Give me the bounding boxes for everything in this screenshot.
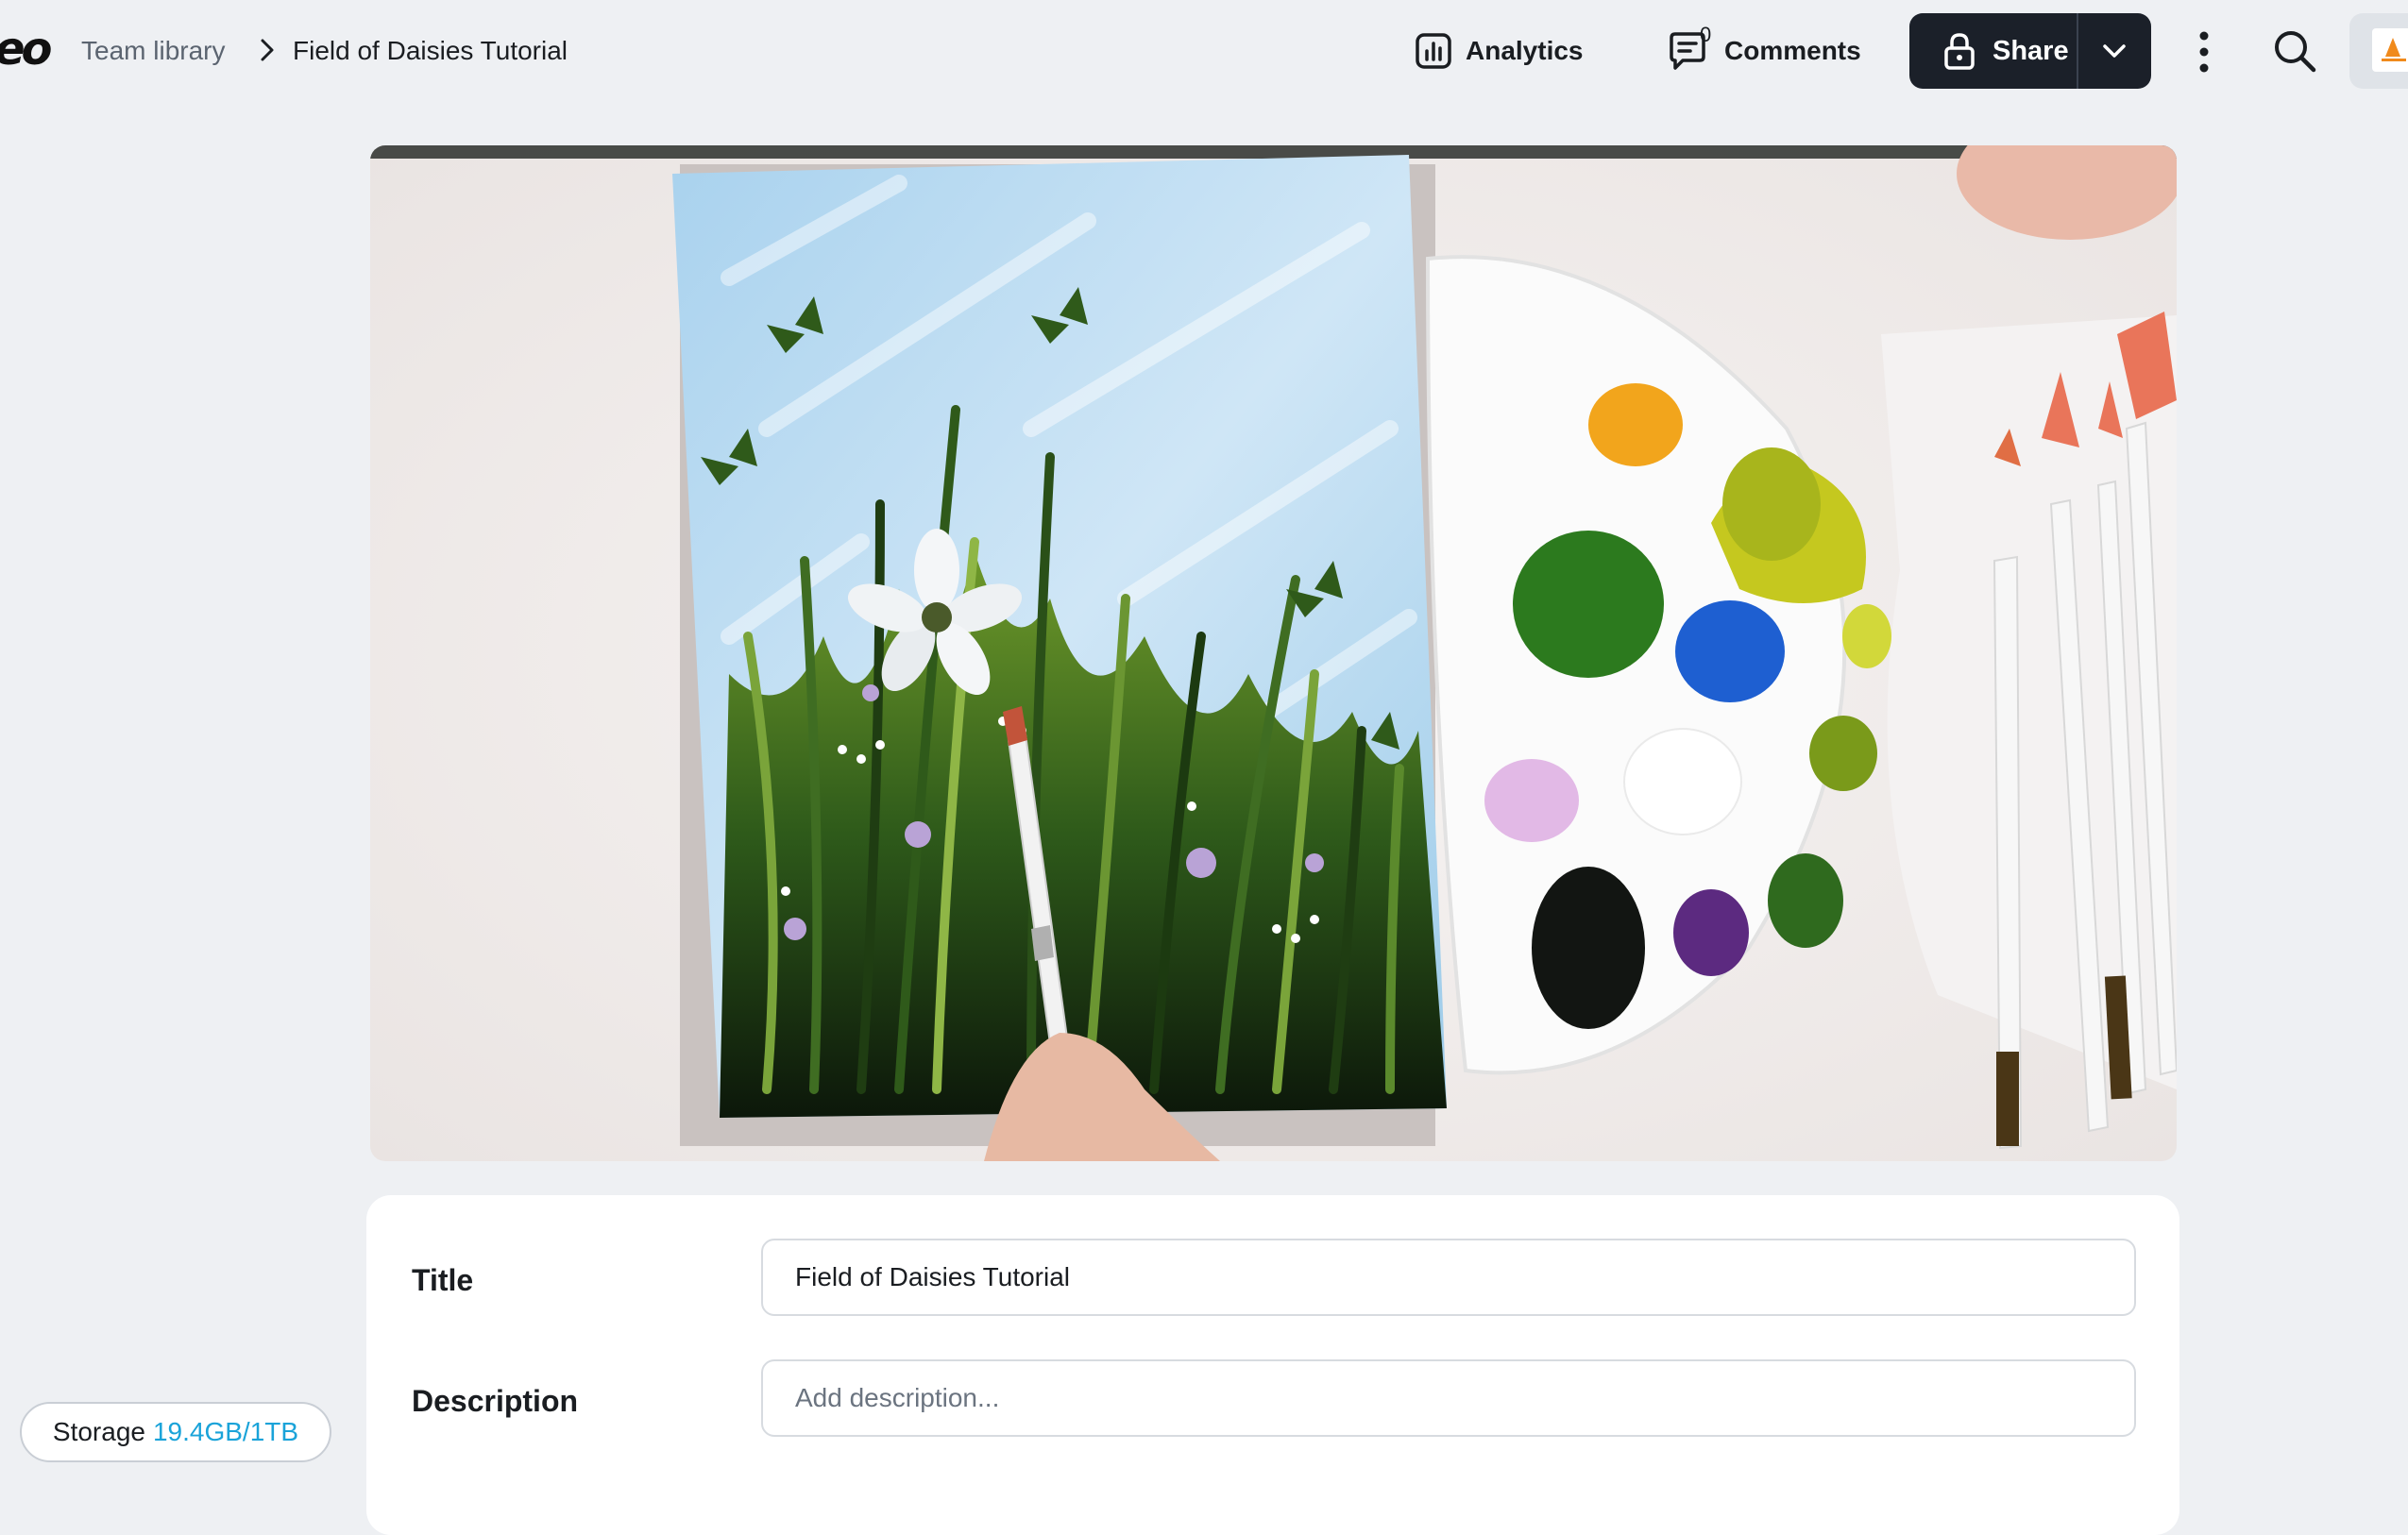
- share-button[interactable]: Share: [1909, 13, 2077, 89]
- lock-icon: [1944, 33, 1975, 70]
- comments-label: Comments: [1724, 36, 1861, 65]
- search-icon[interactable]: [2270, 26, 2321, 77]
- storage-label: Storage: [52, 1417, 145, 1446]
- video-details-card: Title Description: [366, 1195, 2179, 1535]
- share-options-dropdown[interactable]: [2076, 13, 2151, 89]
- app-logo[interactable]: eo: [0, 23, 52, 76]
- title-input[interactable]: [761, 1239, 2136, 1316]
- title-label: Title: [412, 1263, 474, 1297]
- account-avatar-button[interactable]: [2349, 13, 2408, 89]
- avatar: [2372, 28, 2408, 72]
- analytics-label: Analytics: [1466, 36, 1584, 65]
- chevron-right-icon: [261, 39, 274, 61]
- comments-button[interactable]: 0 Comments: [1668, 23, 1861, 76]
- breadcrumb-team-library[interactable]: Team library: [81, 32, 225, 70]
- breadcrumb-current: Field of Daisies Tutorial: [293, 36, 568, 65]
- share-label: Share: [1993, 35, 2069, 66]
- video-thumbnail-image: [370, 145, 2177, 1161]
- description-input[interactable]: [761, 1359, 2136, 1437]
- chevron-down-icon: [2103, 44, 2127, 58]
- storage-usage-button[interactable]: Storage 19.4GB/1TB: [20, 1402, 331, 1462]
- analytics-icon: [1416, 33, 1451, 69]
- description-label: Description: [412, 1384, 579, 1418]
- comments-count-badge: 0: [1700, 23, 1712, 46]
- more-options-icon[interactable]: [2187, 28, 2221, 76]
- storage-value: 19.4GB/1TB: [152, 1417, 299, 1446]
- share-button-group: Share: [1909, 13, 2151, 89]
- video-player[interactable]: [370, 145, 2177, 1161]
- analytics-button[interactable]: Analytics: [1415, 26, 1584, 76]
